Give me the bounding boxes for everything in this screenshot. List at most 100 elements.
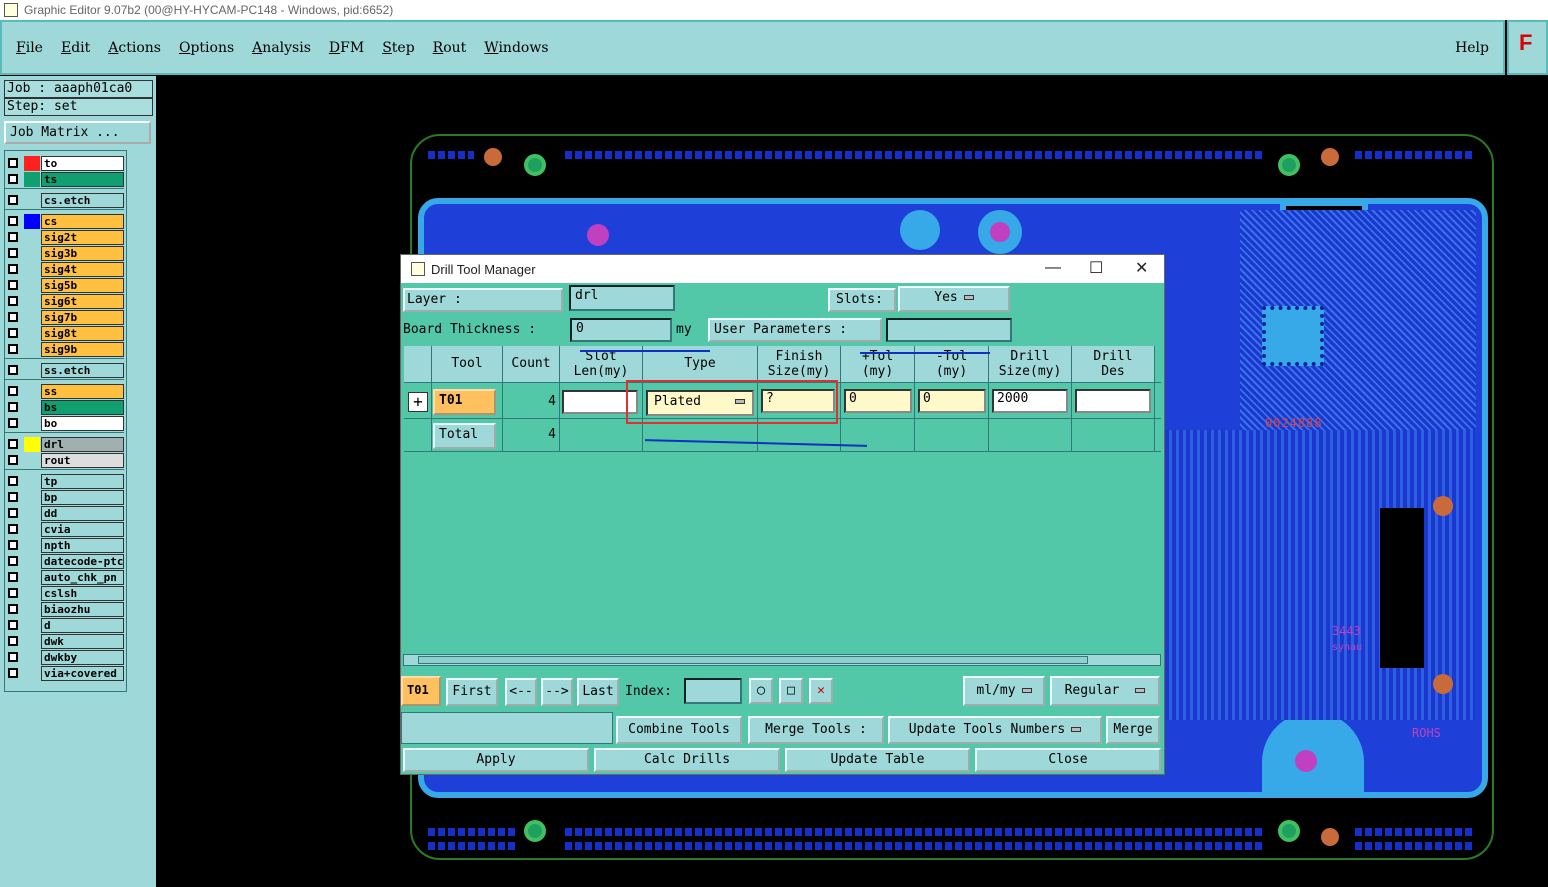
minimize-icon[interactable]: — bbox=[1045, 259, 1061, 277]
layer-row[interactable]: to bbox=[4, 156, 124, 171]
bulb-icon[interactable]: ◯ bbox=[749, 678, 773, 704]
job-matrix-button[interactable]: Job Matrix ... bbox=[4, 121, 151, 144]
maximize-icon[interactable]: ☐ bbox=[1089, 258, 1103, 278]
layer-checkbox[interactable] bbox=[8, 492, 18, 502]
drill-des-input[interactable] bbox=[1075, 389, 1151, 413]
layer-row[interactable]: ts bbox=[4, 172, 124, 187]
layer-row[interactable]: sig7b bbox=[4, 310, 124, 325]
layer-row[interactable]: cvia bbox=[4, 522, 124, 537]
layer-name[interactable]: sig7b bbox=[41, 310, 124, 325]
layer-checkbox[interactable] bbox=[8, 588, 18, 598]
layer-row[interactable]: cs bbox=[4, 214, 124, 229]
last-button[interactable]: Last bbox=[577, 678, 619, 706]
calc-drills-button[interactable]: Calc Drills bbox=[594, 748, 780, 772]
layer-row[interactable]: sig6t bbox=[4, 294, 124, 309]
layer-name[interactable]: dwkby bbox=[41, 650, 124, 665]
layer-checkbox[interactable] bbox=[8, 264, 18, 274]
layer-checkbox[interactable] bbox=[8, 195, 18, 205]
layer-checkbox[interactable] bbox=[8, 620, 18, 630]
merge-option-dropdown[interactable]: Update Tools Numbers bbox=[888, 716, 1102, 744]
layer-name[interactable]: datecode-ptc bbox=[41, 554, 124, 569]
finish-size-input[interactable]: ? bbox=[761, 389, 835, 413]
layer-row[interactable]: dd bbox=[4, 506, 124, 521]
horizontal-scrollbar[interactable] bbox=[403, 654, 1161, 666]
layer-name[interactable]: sig2t bbox=[41, 230, 124, 245]
merge-button[interactable]: Merge bbox=[1106, 716, 1160, 744]
layer-name[interactable]: bs bbox=[41, 400, 124, 415]
layer-name[interactable]: auto_chk_pn bbox=[41, 570, 124, 585]
layer-name[interactable]: npth bbox=[41, 538, 124, 553]
mode-dropdown[interactable]: Regular bbox=[1050, 676, 1160, 706]
expand-row-icon[interactable]: + bbox=[408, 392, 428, 412]
layer-row[interactable]: biaozhu bbox=[4, 602, 124, 617]
scrollbar-thumb[interactable] bbox=[418, 656, 1088, 664]
layer-row[interactable]: bs bbox=[4, 400, 124, 415]
layer-name[interactable]: sig6t bbox=[41, 294, 124, 309]
layer-row[interactable]: bo bbox=[4, 416, 124, 431]
layer-name[interactable]: tp bbox=[41, 474, 124, 489]
layer-checkbox[interactable] bbox=[8, 455, 18, 465]
update-table-button[interactable]: Update Table bbox=[785, 748, 970, 772]
menu-analysis[interactable]: Analysis bbox=[252, 40, 311, 56]
layer-checkbox[interactable] bbox=[8, 280, 18, 290]
layer-row[interactable]: via+covered bbox=[4, 666, 124, 681]
layer-checkbox[interactable] bbox=[8, 636, 18, 646]
layer-name[interactable]: cs bbox=[41, 214, 124, 229]
menu-windows[interactable]: Windows bbox=[484, 40, 548, 56]
layer-checkbox[interactable] bbox=[8, 365, 18, 375]
layer-checkbox[interactable] bbox=[8, 216, 18, 226]
layer-row[interactable]: tp bbox=[4, 474, 124, 489]
tool-t01-button[interactable]: T01 bbox=[433, 389, 496, 415]
index-input[interactable] bbox=[684, 678, 742, 704]
layer-checkbox[interactable] bbox=[8, 556, 18, 566]
delete-icon[interactable]: ✕ bbox=[809, 678, 833, 704]
layer-name[interactable]: bo bbox=[41, 416, 124, 431]
board-thickness-field[interactable]: 0 bbox=[570, 318, 672, 342]
layer-name[interactable]: ts bbox=[41, 172, 124, 187]
layer-checkbox[interactable] bbox=[8, 524, 18, 534]
slots-dropdown[interactable]: Yes bbox=[898, 286, 1010, 312]
layer-checkbox[interactable] bbox=[8, 296, 18, 306]
layer-row[interactable]: sig8t bbox=[4, 326, 124, 341]
layer-checkbox[interactable] bbox=[8, 328, 18, 338]
layer-checkbox[interactable] bbox=[8, 402, 18, 412]
units-dropdown[interactable]: ml/my bbox=[963, 676, 1045, 706]
layer-checkbox[interactable] bbox=[8, 652, 18, 662]
layer-name[interactable]: cs.etch bbox=[41, 193, 124, 208]
layer-name[interactable]: cvia bbox=[41, 522, 124, 537]
layer-row[interactable]: sig5b bbox=[4, 278, 124, 293]
layer-row[interactable]: d bbox=[4, 618, 124, 633]
menu-options[interactable]: Options bbox=[179, 40, 234, 56]
layer-checkbox[interactable] bbox=[8, 232, 18, 242]
layer-row[interactable]: cs.etch bbox=[4, 193, 124, 208]
menu-rout[interactable]: Rout bbox=[433, 40, 467, 56]
layer-checkbox[interactable] bbox=[8, 174, 18, 184]
layer-name[interactable]: dwk bbox=[41, 634, 124, 649]
layer-name[interactable]: drl bbox=[41, 437, 124, 452]
menu-step[interactable]: Step bbox=[382, 40, 414, 56]
menu-dfm[interactable]: DFM bbox=[329, 40, 364, 56]
zoom-icon[interactable]: □ bbox=[779, 678, 803, 704]
layer-name[interactable]: to bbox=[41, 156, 124, 171]
layer-row[interactable]: rout bbox=[4, 453, 124, 468]
menu-help[interactable]: Help bbox=[1455, 40, 1489, 56]
layer-name[interactable]: via+covered bbox=[41, 666, 124, 681]
layer-row[interactable]: datecode-ptc bbox=[4, 554, 124, 569]
menu-edit[interactable]: Edit bbox=[61, 40, 90, 56]
user-parameters-field[interactable] bbox=[886, 318, 1012, 342]
layer-row[interactable]: sig3b bbox=[4, 246, 124, 261]
layer-checkbox[interactable] bbox=[8, 439, 18, 449]
layer-row[interactable]: dwkby bbox=[4, 650, 124, 665]
combine-tools-button[interactable]: Combine Tools bbox=[616, 716, 742, 744]
next-button[interactable]: --> bbox=[541, 678, 573, 706]
layer-name[interactable]: bp bbox=[41, 490, 124, 505]
layer-name[interactable]: sig5b bbox=[41, 278, 124, 293]
layer-row[interactable]: ss.etch bbox=[4, 363, 124, 378]
layer-name[interactable]: d bbox=[41, 618, 124, 633]
layer-name[interactable]: sig9b bbox=[41, 342, 124, 357]
menu-file[interactable]: File bbox=[16, 40, 43, 56]
layer-checkbox[interactable] bbox=[8, 344, 18, 354]
layer-name[interactable]: ss.etch bbox=[41, 363, 124, 378]
layer-name[interactable]: sig3b bbox=[41, 246, 124, 261]
apply-button[interactable]: Apply bbox=[403, 748, 589, 772]
